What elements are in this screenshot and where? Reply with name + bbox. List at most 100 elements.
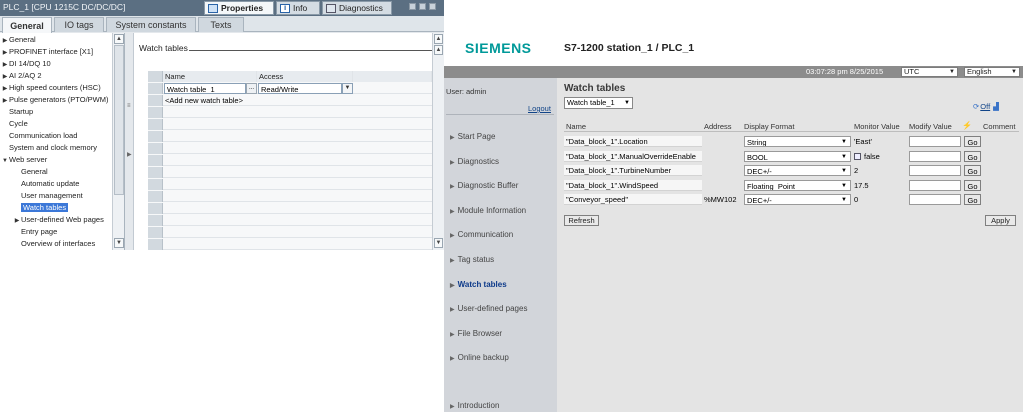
tree-item-label: General [9, 35, 36, 44]
modify-value-field[interactable] [909, 150, 961, 162]
browse-ellipsis-icon[interactable]: ... [246, 83, 257, 94]
apply-button[interactable]: Apply [985, 215, 1016, 226]
minimize-icon[interactable] [419, 3, 426, 10]
nav-item-label: Tag status [457, 255, 495, 264]
nav-item-label: Online backup [457, 353, 509, 363]
grid-row-empty [148, 167, 432, 178]
scroll-thumb[interactable] [114, 45, 124, 195]
add-new-watch-table[interactable]: <Add new watch table> [163, 95, 283, 106]
tab-properties[interactable]: Properties [204, 1, 274, 15]
tree-item[interactable]: Cycle [1, 118, 28, 130]
scroll-down-icon[interactable]: ▼ [434, 238, 443, 248]
go-button[interactable]: Go [964, 179, 981, 191]
tree-item[interactable]: Entry page [13, 226, 57, 238]
language-select[interactable]: English ▼ [964, 67, 1020, 77]
tree-item[interactable]: Startup [1, 106, 33, 118]
modify-value-field[interactable] [909, 179, 961, 191]
nav-item[interactable]: ▶ File Browser [450, 329, 502, 338]
nav-item[interactable]: ▶ Watch tables [450, 280, 507, 289]
nav-item[interactable]: ▶ Tag status [450, 255, 494, 264]
display-format-select[interactable]: DEC+/- ▼ [744, 194, 851, 205]
row-header [148, 167, 163, 178]
tree-item[interactable]: ▶ Pulse generators (PTO/PWM) [1, 94, 109, 106]
go-button[interactable]: Go [964, 136, 981, 147]
tree-item[interactable]: ▶ General [1, 34, 36, 46]
logout-link[interactable]: Logout [528, 104, 551, 113]
restore-icon[interactable] [409, 3, 416, 10]
nav-item[interactable]: ▶ Module Information [450, 206, 526, 215]
bool-checkbox-icon[interactable] [854, 152, 861, 160]
print-icon[interactable]: ▟ [993, 102, 999, 111]
modify-value-field[interactable] [909, 165, 961, 176]
refresh-cycle-icon[interactable]: ⟳ [973, 102, 979, 111]
chevron-down-icon[interactable]: ▼ [342, 83, 353, 94]
go-button[interactable]: Go [964, 194, 981, 205]
tree-item[interactable]: User management [13, 190, 83, 202]
timezone-select[interactable]: UTC ▼ [901, 67, 958, 77]
collapse-arrow-icon[interactable]: ▶ [127, 151, 132, 158]
refresh-button[interactable]: Refresh [564, 215, 599, 226]
pane-splitter[interactable]: ≡ ▶ [125, 33, 134, 250]
display-format-select[interactable]: DEC+/- ▼ [744, 165, 851, 176]
chevron-down-icon: ▼ [624, 100, 630, 106]
tag-address: %MW102 [704, 195, 737, 204]
tab-info-label: Info [293, 3, 308, 13]
grid-row-empty [148, 179, 432, 190]
tree-item[interactable]: Automatic update [13, 178, 79, 190]
tab-diagnostics[interactable]: Diagnostics [322, 1, 392, 15]
tree-scrollbar[interactable]: ▲ ▼ [112, 33, 124, 250]
tree-item[interactable]: ▶ User-defined Web pages [13, 214, 104, 226]
timezone-value: UTC [904, 67, 920, 76]
scroll-up-icon[interactable]: ▲ [434, 34, 443, 44]
modify-value-field[interactable] [909, 194, 961, 205]
display-format-select[interactable]: BOOL ▼ [744, 150, 851, 162]
nav-item[interactable]: ▶ Introduction [450, 401, 499, 410]
tree-item-label: Watch tables [21, 203, 69, 212]
tia-portal-inspector: PLC_1 [CPU 1215C DC/DC/DC] Properties In… [0, 0, 444, 250]
row-header [148, 203, 163, 214]
go-button[interactable]: Go [964, 150, 981, 162]
lightning-icon: ⚡ [962, 121, 972, 130]
tab-system-constants[interactable]: System constants [106, 17, 196, 32]
nav-item[interactable]: ▶ Communication [450, 230, 513, 239]
tree-item[interactable]: System and clock memory [1, 142, 97, 154]
tree-item[interactable]: ▶ PROFINET interface [X1] [1, 46, 93, 58]
access-select[interactable]: Read/Write [258, 83, 342, 94]
display-format-value: DEC+/- [747, 196, 772, 205]
display-format-select[interactable]: String ▼ [744, 136, 851, 147]
tree-item[interactable]: Watch tables [13, 202, 69, 214]
menu-chevron-icon[interactable] [429, 3, 436, 10]
tab-info[interactable]: Info [276, 1, 320, 15]
off-link[interactable]: Off [980, 102, 990, 111]
watch-table-select[interactable]: Watch table_1 ▼ [564, 97, 633, 109]
tree-item[interactable]: ▶ DI 14/DQ 10 [1, 58, 51, 70]
tree-item[interactable]: ▼Web server [1, 154, 47, 166]
modify-value-field[interactable] [909, 136, 961, 147]
tab-texts[interactable]: Texts [198, 17, 244, 32]
tree-item[interactable]: Communication load [1, 130, 77, 142]
nav-item[interactable]: ▶ Start Page [450, 132, 495, 141]
watch-table-name-field[interactable]: Watch table_1 [164, 83, 246, 94]
monitor-value-text: 2 [854, 166, 859, 175]
display-format-select[interactable]: Floating_Point ▼ [744, 179, 851, 191]
tree-item[interactable]: ▶ AI 2/AQ 2 [1, 70, 42, 82]
scroll-up-icon[interactable]: ▲ [114, 34, 124, 44]
tree-item-label: Cycle [9, 119, 28, 128]
nav-item[interactable]: ▶ Diagnostics [450, 157, 499, 166]
content-scrollbar[interactable]: ▲ ▲ ▼ [432, 33, 444, 250]
go-button[interactable]: Go [964, 165, 981, 176]
auto-refresh-control[interactable]: ⟳Off ▟ [973, 102, 999, 111]
scroll-down-icon[interactable]: ▼ [114, 238, 124, 248]
tree-item[interactable]: Overview of interfaces [13, 238, 95, 250]
nav-item[interactable]: ▶ User-defined pages [450, 304, 527, 313]
nav-item[interactable]: ▶ Online backup [450, 353, 509, 362]
chevron-down-icon[interactable]: ▼ [1, 155, 9, 167]
tree-item[interactable]: ▶ High speed counters (HSC) [1, 82, 101, 94]
scroll-up-icon[interactable]: ▲ [434, 45, 443, 55]
chevron-right-icon: ▶ [450, 184, 455, 191]
tree-item[interactable]: General [13, 166, 48, 178]
tab-general[interactable]: General [2, 17, 52, 33]
tab-io-tags[interactable]: IO tags [54, 17, 104, 32]
nav-item[interactable]: ▶ Diagnostic Buffer [450, 181, 518, 190]
display-format-value: Floating_Point [747, 181, 795, 191]
